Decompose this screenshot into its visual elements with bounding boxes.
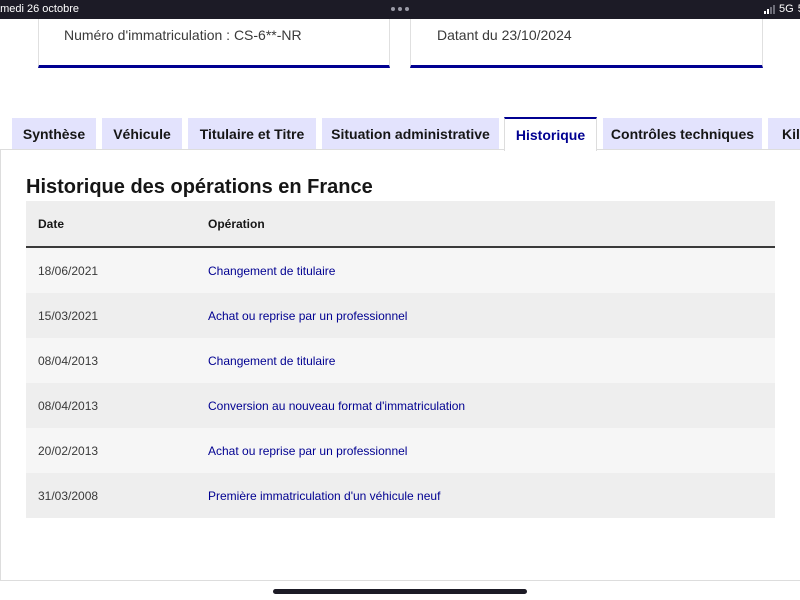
table-row: 08/04/2013 Changement de titulaire	[26, 338, 775, 383]
row-operation-link[interactable]: Changement de titulaire	[208, 354, 335, 368]
row-date: 08/04/2013	[38, 399, 99, 413]
status-right: 5G 5	[764, 3, 800, 15]
tab-kilometrage[interactable]: Kilo	[768, 118, 800, 150]
row-date: 08/04/2013	[38, 354, 99, 368]
home-indicator[interactable]	[273, 589, 527, 594]
column-header-operation: Opération	[208, 217, 265, 231]
row-date: 18/06/2021	[38, 264, 99, 278]
tab-historique[interactable]: Historique	[504, 117, 597, 151]
status-date: amedi 26 octobre	[0, 3, 79, 15]
row-date: 31/03/2008	[38, 489, 99, 503]
table-header: Date Opération	[26, 201, 775, 248]
table-row: 31/03/2008 Première immatriculation d'un…	[26, 473, 775, 518]
row-date: 15/03/2021	[38, 309, 99, 323]
table-row: 08/04/2013 Conversion au nouveau format …	[26, 383, 775, 428]
report-date-card: Datant du 23/10/2024	[410, 19, 763, 68]
table-row: 18/06/2021 Changement de titulaire	[26, 248, 775, 293]
row-operation-link[interactable]: Achat ou reprise par un professionnel	[208, 309, 407, 323]
tab-controles-techniques[interactable]: Contrôles techniques	[603, 118, 762, 150]
row-date: 20/02/2013	[38, 444, 99, 458]
tab-vehicule[interactable]: Véhicule	[102, 118, 182, 150]
table-row: 20/02/2013 Achat ou reprise par un profe…	[26, 428, 775, 473]
signal-icon	[764, 4, 775, 14]
row-operation-link[interactable]: Conversion au nouveau format d'immatricu…	[208, 399, 465, 413]
network-label: 5G	[779, 3, 794, 15]
row-operation-link[interactable]: Première immatriculation d'un véhicule n…	[208, 489, 440, 503]
registration-card: Numéro d'immatriculation : CS-6**-NR	[38, 19, 390, 68]
tab-titulaire-et-titre[interactable]: Titulaire et Titre	[188, 118, 316, 150]
tab-situation-administrative[interactable]: Situation administrative	[322, 118, 499, 150]
more-dots-icon[interactable]	[391, 7, 409, 11]
registration-number: Numéro d'immatriculation : CS-6**-NR	[64, 27, 302, 43]
table-body: 18/06/2021 Changement de titulaire 15/03…	[26, 248, 775, 518]
table-row: 15/03/2021 Achat ou reprise par un profe…	[26, 293, 775, 338]
tab-synthese[interactable]: Synthèse	[12, 118, 96, 150]
status-bar: amedi 26 octobre 5G 5	[0, 0, 800, 19]
row-operation-link[interactable]: Achat ou reprise par un professionnel	[208, 444, 407, 458]
tab-list: Synthèse Véhicule Titulaire et Titre Sit…	[0, 117, 800, 151]
page-title: Historique des opérations en France	[26, 176, 373, 198]
report-date: Datant du 23/10/2024	[437, 27, 572, 43]
row-operation-link[interactable]: Changement de titulaire	[208, 264, 335, 278]
history-table: Date Opération 18/06/2021 Changement de …	[26, 201, 775, 518]
column-header-date: Date	[38, 217, 65, 231]
